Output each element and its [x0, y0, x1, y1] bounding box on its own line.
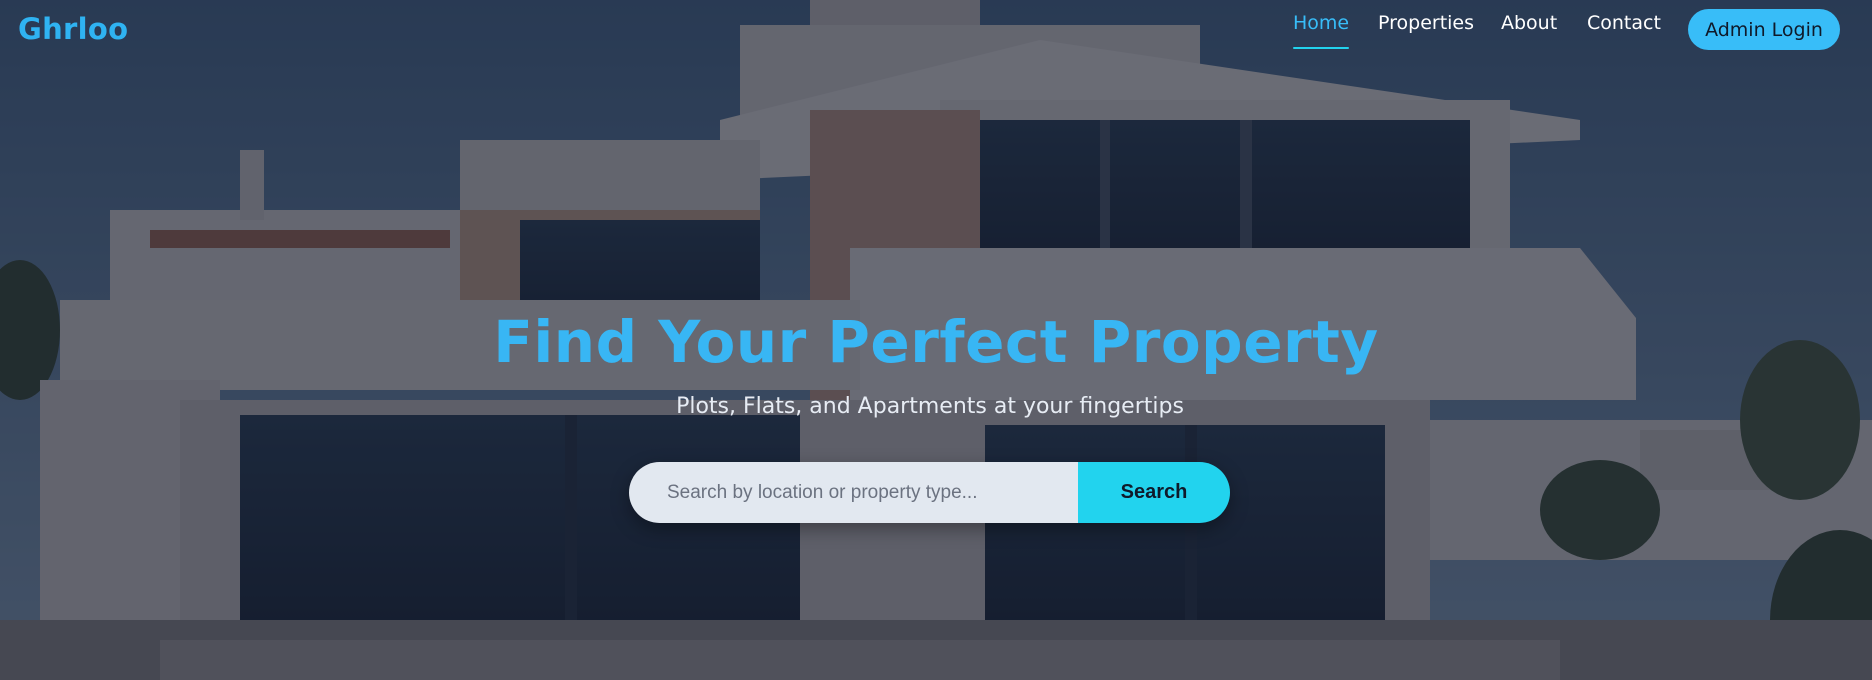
search-input[interactable]	[629, 462, 1078, 523]
nav-link-contact[interactable]: Contact	[1587, 12, 1661, 34]
search-button[interactable]: Search	[1078, 462, 1230, 523]
nav-link-about[interactable]: About	[1501, 12, 1557, 34]
brand-logo[interactable]: Ghrloo	[18, 12, 128, 46]
search-bar: Search	[629, 462, 1230, 523]
admin-login-button[interactable]: Admin Login	[1688, 9, 1840, 50]
nav-link-properties[interactable]: Properties	[1378, 12, 1474, 34]
nav-link-home[interactable]: Home	[1293, 12, 1350, 49]
hero-subtitle: Plots, Flats, and Apartments at your fin…	[676, 394, 1184, 419]
hero-title: Find Your Perfect Property	[493, 308, 1379, 376]
